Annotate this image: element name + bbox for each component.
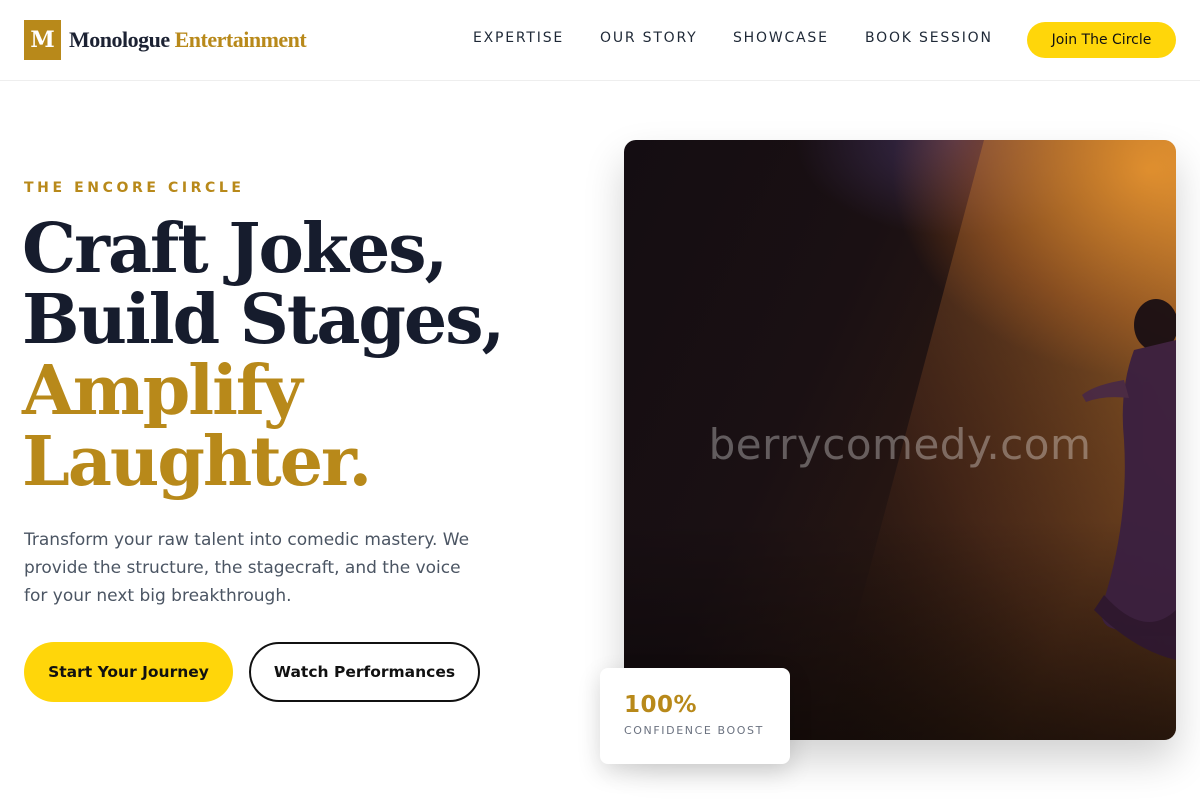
image-watermark: berrycomedy.com	[708, 420, 1092, 469]
brand-logo[interactable]: M Monologue Entertainment	[24, 20, 307, 60]
hero-eyebrow: THE ENCORE CIRCLE	[24, 180, 245, 196]
headline-line-1: Craft Jokes,	[22, 209, 448, 289]
headline-line-3: Amplify	[22, 351, 303, 431]
start-journey-button[interactable]: Start Your Journey	[24, 642, 233, 702]
nav-item-book-session[interactable]: BOOK SESSION	[865, 30, 993, 46]
brand-name-accent: Entertainment	[174, 27, 307, 52]
nav-item-our-story[interactable]: OUR STORY	[600, 30, 698, 46]
brand-name: Monologue Entertainment	[69, 27, 307, 53]
stat-label: CONFIDENCE BOOST	[624, 724, 764, 737]
site-header: M Monologue Entertainment EXPERTISE OUR …	[0, 0, 1200, 81]
confidence-stat-card: 100% CONFIDENCE BOOST	[600, 668, 790, 764]
headline-line-2: Build Stages,	[22, 280, 505, 360]
nav-item-showcase[interactable]: SHOWCASE	[733, 30, 829, 46]
watch-performances-button[interactable]: Watch Performances	[249, 642, 480, 702]
hero-headline: Craft Jokes, Build Stages, Amplify Laugh…	[22, 209, 505, 502]
join-circle-button[interactable]: Join The Circle	[1027, 22, 1176, 58]
headline-line-4: Laughter.	[22, 422, 372, 502]
nav-item-expertise[interactable]: EXPERTISE	[473, 30, 564, 46]
hero-description: Transform your raw talent into comedic m…	[24, 530, 470, 606]
stat-value: 100%	[624, 692, 698, 718]
hero-performer-image: berrycomedy.com	[624, 140, 1176, 740]
brand-name-primary: Monologue	[69, 27, 170, 52]
logo-mark: M	[24, 20, 61, 60]
